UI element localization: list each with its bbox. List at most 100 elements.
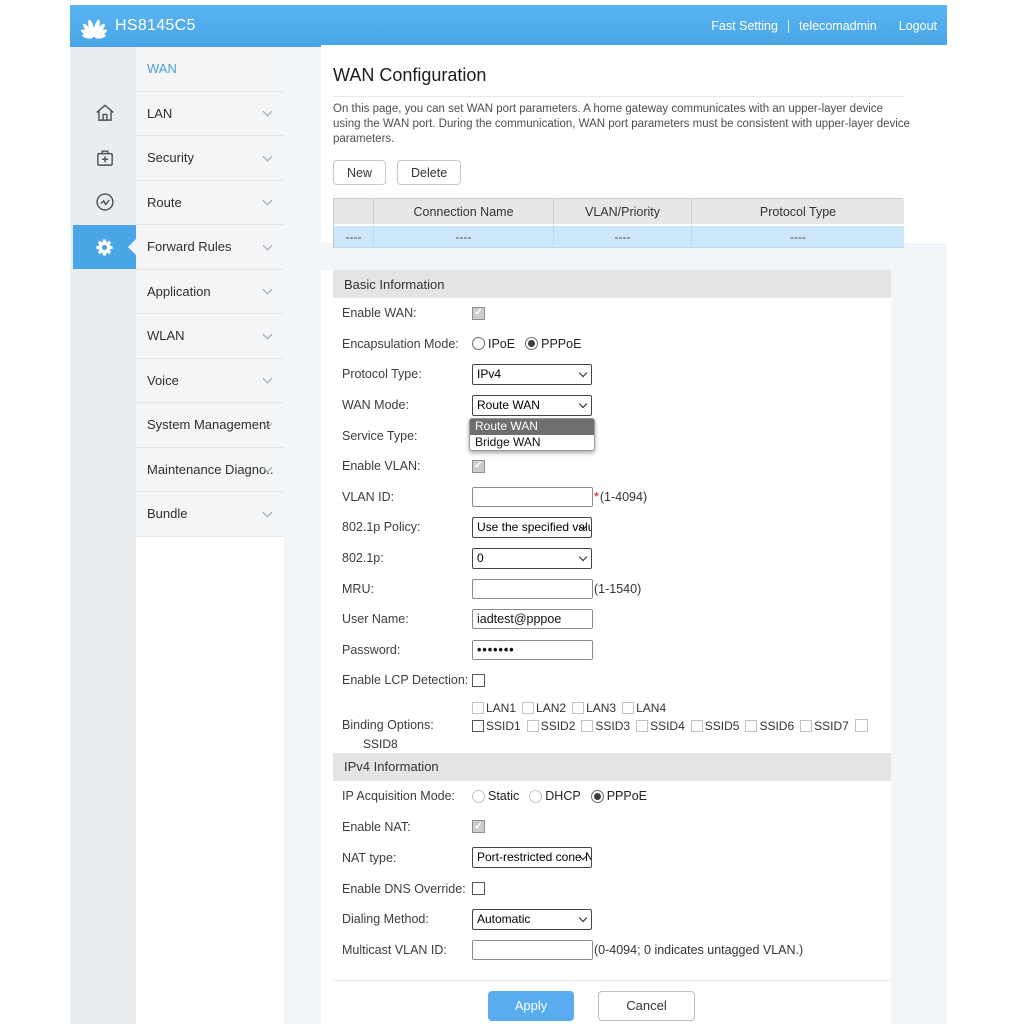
form-footer: Apply Cancel bbox=[321, 991, 891, 1021]
lan3-label: LAN3 bbox=[586, 701, 616, 715]
binding-option: LAN4 bbox=[622, 701, 666, 715]
menu-item-label: Application bbox=[147, 284, 211, 299]
ssid7-label: SSID7 bbox=[814, 719, 849, 733]
page-title: WAN Configuration bbox=[333, 65, 947, 86]
chevron-down-icon bbox=[263, 196, 273, 206]
menu-item-application[interactable]: Application bbox=[136, 270, 284, 315]
section-basic-information: Basic Information bbox=[333, 270, 891, 298]
ssid3-checkbox bbox=[581, 720, 593, 732]
menu-item-system-management[interactable]: System Management bbox=[136, 403, 284, 448]
mru-input[interactable] bbox=[472, 579, 593, 599]
rail-diagnostics-tab[interactable] bbox=[73, 181, 136, 224]
vlan-id-input[interactable] bbox=[472, 487, 593, 507]
form-row-encapsulation-mode: Encapsulation Mode: IPoE PPPoE bbox=[321, 329, 891, 360]
menu-item-security[interactable]: Security bbox=[136, 136, 284, 181]
apply-button[interactable]: Apply bbox=[488, 991, 574, 1021]
logout-link[interactable]: Logout bbox=[899, 19, 937, 33]
chevron-down-icon bbox=[263, 285, 273, 295]
cancel-button[interactable]: Cancel bbox=[598, 991, 695, 1021]
menu-item-lan[interactable]: LAN bbox=[136, 92, 284, 137]
menu-item-wan[interactable]: WAN bbox=[136, 47, 284, 92]
cell-vlan-priority: ---- bbox=[554, 226, 692, 248]
column-header-connection-name: Connection Name bbox=[374, 199, 554, 226]
page-header-block: WAN Configuration On this page, you can … bbox=[321, 45, 947, 243]
dropdown-option-bridge-wan[interactable]: Bridge WAN bbox=[470, 435, 594, 451]
fast-setting-link[interactable]: Fast Setting bbox=[711, 19, 778, 33]
8021p-select[interactable]: 0 bbox=[472, 548, 592, 569]
enable-nat-checkbox[interactable] bbox=[472, 820, 485, 833]
ssid2-label: SSID2 bbox=[541, 719, 576, 733]
menu-item-wlan[interactable]: WLAN bbox=[136, 314, 284, 359]
column-header-vlan-priority: VLAN/Priority bbox=[554, 199, 692, 226]
vlan-id-range-hint: (1-4094) bbox=[600, 490, 647, 504]
chevron-down-icon bbox=[263, 329, 273, 339]
field-label: Enable WAN: bbox=[342, 306, 472, 320]
form-row-user-name: User Name: bbox=[321, 604, 891, 635]
enable-lcp-checkbox[interactable] bbox=[472, 674, 485, 687]
menu-item-maintenance-diagnose[interactable]: Maintenance Diagno.. bbox=[136, 448, 284, 493]
pppoe-radio[interactable] bbox=[525, 337, 538, 350]
user-name-input[interactable] bbox=[472, 609, 593, 629]
menu-item-voice[interactable]: Voice bbox=[136, 359, 284, 404]
wan-mode-value: Route WAN bbox=[477, 398, 540, 412]
ipv4-pppoe-radio[interactable] bbox=[591, 790, 604, 803]
ssid1-label: SSID1 bbox=[486, 719, 521, 733]
rail-home-tab[interactable] bbox=[73, 92, 136, 135]
8021p-policy-select[interactable]: Use the specified valu bbox=[472, 517, 592, 538]
field-label: Binding Options: bbox=[342, 718, 472, 732]
column-header-protocol-type: Protocol Type bbox=[692, 199, 904, 226]
menu-item-label: Maintenance Diagno.. bbox=[147, 462, 273, 477]
rail-addon-tab[interactable] bbox=[73, 136, 136, 179]
wan-mode-select[interactable]: Route WAN bbox=[472, 395, 592, 416]
page-description: On this page, you can set WAN port param… bbox=[333, 102, 913, 147]
ssid1-checkbox[interactable] bbox=[472, 720, 484, 732]
form-row-enable-wan: Enable WAN: bbox=[321, 298, 891, 329]
ssid7-checkbox bbox=[800, 720, 812, 732]
rail-settings-tab[interactable] bbox=[73, 225, 136, 269]
menu-item-label: WLAN bbox=[147, 328, 185, 343]
enable-wan-checkbox[interactable] bbox=[472, 307, 485, 320]
binding-option: SSID4 bbox=[636, 719, 685, 733]
active-tab-notch bbox=[128, 239, 136, 255]
menu-item-label: Route bbox=[147, 195, 182, 210]
dialing-method-select[interactable]: Automatic bbox=[472, 909, 592, 930]
binding-option: SSID6 bbox=[745, 719, 794, 733]
ssid5-label: SSID5 bbox=[705, 719, 740, 733]
multicast-vlan-id-input[interactable] bbox=[472, 940, 593, 960]
lan2-label: LAN2 bbox=[536, 701, 566, 715]
required-asterisk: * bbox=[594, 490, 599, 504]
password-input[interactable] bbox=[472, 640, 593, 660]
binding-option: LAN2 bbox=[522, 701, 566, 715]
ipv4-pppoe-radio-label: PPPoE bbox=[607, 789, 647, 803]
form-row-password: Password: bbox=[321, 635, 891, 666]
dns-override-checkbox[interactable] bbox=[472, 882, 485, 895]
form-row-multicast-vlan-id: Multicast VLAN ID: (0-4094; 0 indicates … bbox=[321, 935, 891, 966]
menu-item-route[interactable]: Route bbox=[136, 181, 284, 226]
nat-type-select[interactable]: Port-restricted cone N bbox=[472, 847, 592, 868]
delete-button[interactable]: Delete bbox=[397, 160, 461, 185]
menu-item-forward-rules[interactable]: Forward Rules bbox=[136, 225, 284, 270]
field-label: User Name: bbox=[342, 612, 472, 626]
form-row-lcp-detection: Enable LCP Detection: bbox=[321, 665, 891, 696]
chevron-down-icon bbox=[579, 914, 587, 922]
dhcp-radio bbox=[529, 790, 542, 803]
field-label: Password: bbox=[342, 643, 472, 657]
protocol-type-value: IPv4 bbox=[477, 367, 501, 381]
enable-vlan-checkbox[interactable] bbox=[472, 460, 485, 473]
table-row-selected[interactable]: ---- ---- ---- ---- bbox=[334, 226, 902, 248]
main-pane: WAN Configuration On this page, you can … bbox=[284, 47, 947, 1024]
menu-item-bundle[interactable]: Bundle bbox=[136, 492, 284, 537]
chevron-down-icon bbox=[263, 107, 273, 117]
new-button[interactable]: New bbox=[333, 160, 386, 185]
ssid8-label: SSID8 bbox=[363, 735, 891, 753]
protocol-type-select[interactable]: IPv4 bbox=[472, 364, 592, 385]
field-label: IP Acquisition Mode: bbox=[342, 789, 472, 803]
form-row-mru: MRU: (1-1540) bbox=[321, 573, 891, 604]
ipoe-radio[interactable] bbox=[472, 337, 485, 350]
ssid4-label: SSID4 bbox=[650, 719, 685, 733]
chevron-down-icon bbox=[579, 399, 587, 407]
menu-item-label: LAN bbox=[147, 106, 172, 121]
dropdown-option-route-wan[interactable]: Route WAN bbox=[470, 419, 594, 435]
binding-option: SSID2 bbox=[527, 719, 576, 733]
form-row-vlan-id: VLAN ID: * (1-4094) bbox=[321, 482, 891, 513]
